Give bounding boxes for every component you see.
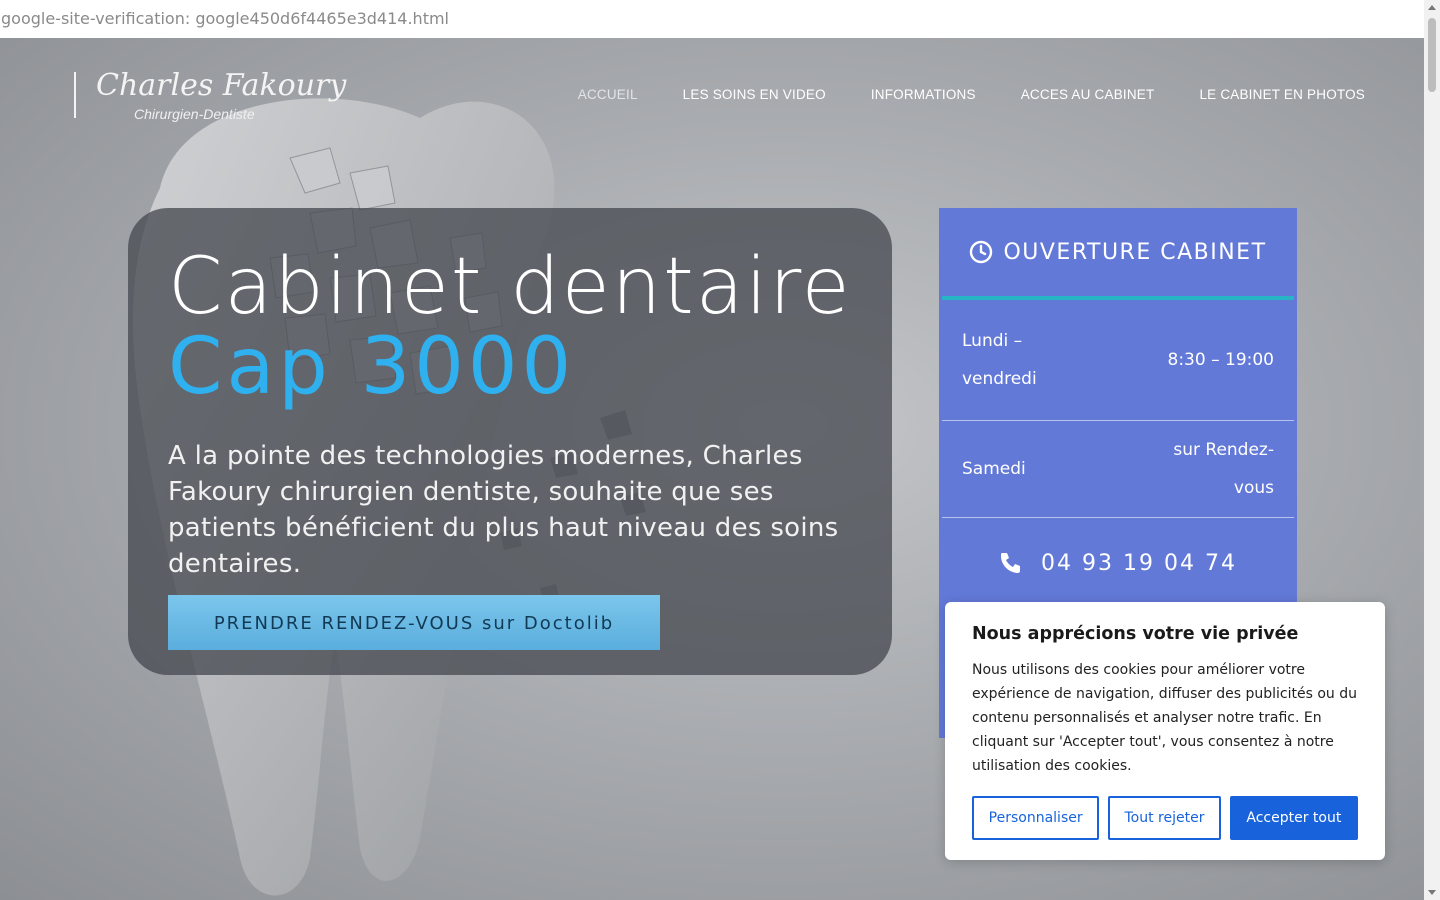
- scrollbar-thumb[interactable]: [1428, 18, 1436, 92]
- hero-title: Cabinet dentaire: [168, 242, 852, 332]
- reject-all-button[interactable]: Tout rejeter: [1108, 796, 1221, 840]
- hero-card: Cabinet dentaire Cap 3000 A la pointe de…: [128, 208, 892, 675]
- scroll-down-arrow-icon[interactable]: [1428, 890, 1436, 895]
- page-scrollbar[interactable]: [1424, 0, 1440, 900]
- hours-row-saturday: Samedi sur Rendez-vous: [942, 421, 1294, 518]
- nav-item-accueil[interactable]: ACCUEIL: [578, 87, 638, 102]
- hero-intro-text: A la pointe des technologies modernes, C…: [168, 441, 839, 579]
- hours-day-label: Lundi – vendredi: [962, 331, 1037, 389]
- cookie-description: Nous utilisons des cookies pour améliore…: [972, 662, 1357, 774]
- nav-item-informations[interactable]: INFORMATIONS: [871, 87, 976, 102]
- logo-mark-icon: [74, 72, 94, 118]
- hours-day-label: Samedi: [962, 459, 1026, 479]
- hours-time-value: sur Rendez-vous: [1173, 440, 1274, 498]
- opening-hours-header: OUVERTURE CABINET: [942, 208, 1294, 300]
- scroll-up-arrow-icon[interactable]: [1428, 5, 1436, 10]
- hours-row-weekdays: Lundi – vendredi 8:30 – 19:00: [942, 300, 1294, 421]
- phone-icon: [1001, 553, 1021, 573]
- book-appointment-button[interactable]: PRENDRE RENDEZ-VOUS sur Doctolib: [168, 595, 660, 650]
- hours-time-value: 8:30 – 19:00: [1167, 350, 1274, 370]
- logo-signature: Charles Fakoury: [96, 68, 347, 103]
- main-nav: ACCUEIL LES SOINS EN VIDEO INFORMATIONS …: [578, 87, 1365, 102]
- site-logo[interactable]: Charles Fakoury Chirurgien-Dentiste: [70, 68, 346, 124]
- site-verification-text: google-site-verification: google450d6f44…: [0, 0, 1425, 38]
- opening-hours-title: OUVERTURE CABINET: [1003, 239, 1267, 265]
- phone-number[interactable]: 04 93 19 04 74: [1041, 551, 1237, 576]
- phone-contact[interactable]: 04 93 19 04 74: [939, 518, 1297, 608]
- nav-item-acces-cabinet[interactable]: ACCES AU CABINET: [1021, 87, 1155, 102]
- clock-icon: [970, 240, 993, 264]
- hero-title-highlight: Cap 3000: [168, 322, 576, 412]
- accept-all-button[interactable]: Accepter tout: [1229, 796, 1358, 840]
- cookie-consent-banner: Nous apprécions votre vie privée Nous ut…: [945, 602, 1385, 860]
- cookie-actions: Personnaliser Tout rejeter Accepter tout: [972, 796, 1358, 840]
- cookie-title: Nous apprécions votre vie privée: [972, 624, 1299, 644]
- nav-item-cabinet-photos[interactable]: LE CABINET EN PHOTOS: [1199, 87, 1365, 102]
- nav-item-soins-video[interactable]: LES SOINS EN VIDEO: [683, 87, 826, 102]
- customize-cookies-button[interactable]: Personnaliser: [972, 796, 1100, 840]
- logo-subtitle: Chirurgien-Dentiste: [134, 106, 255, 122]
